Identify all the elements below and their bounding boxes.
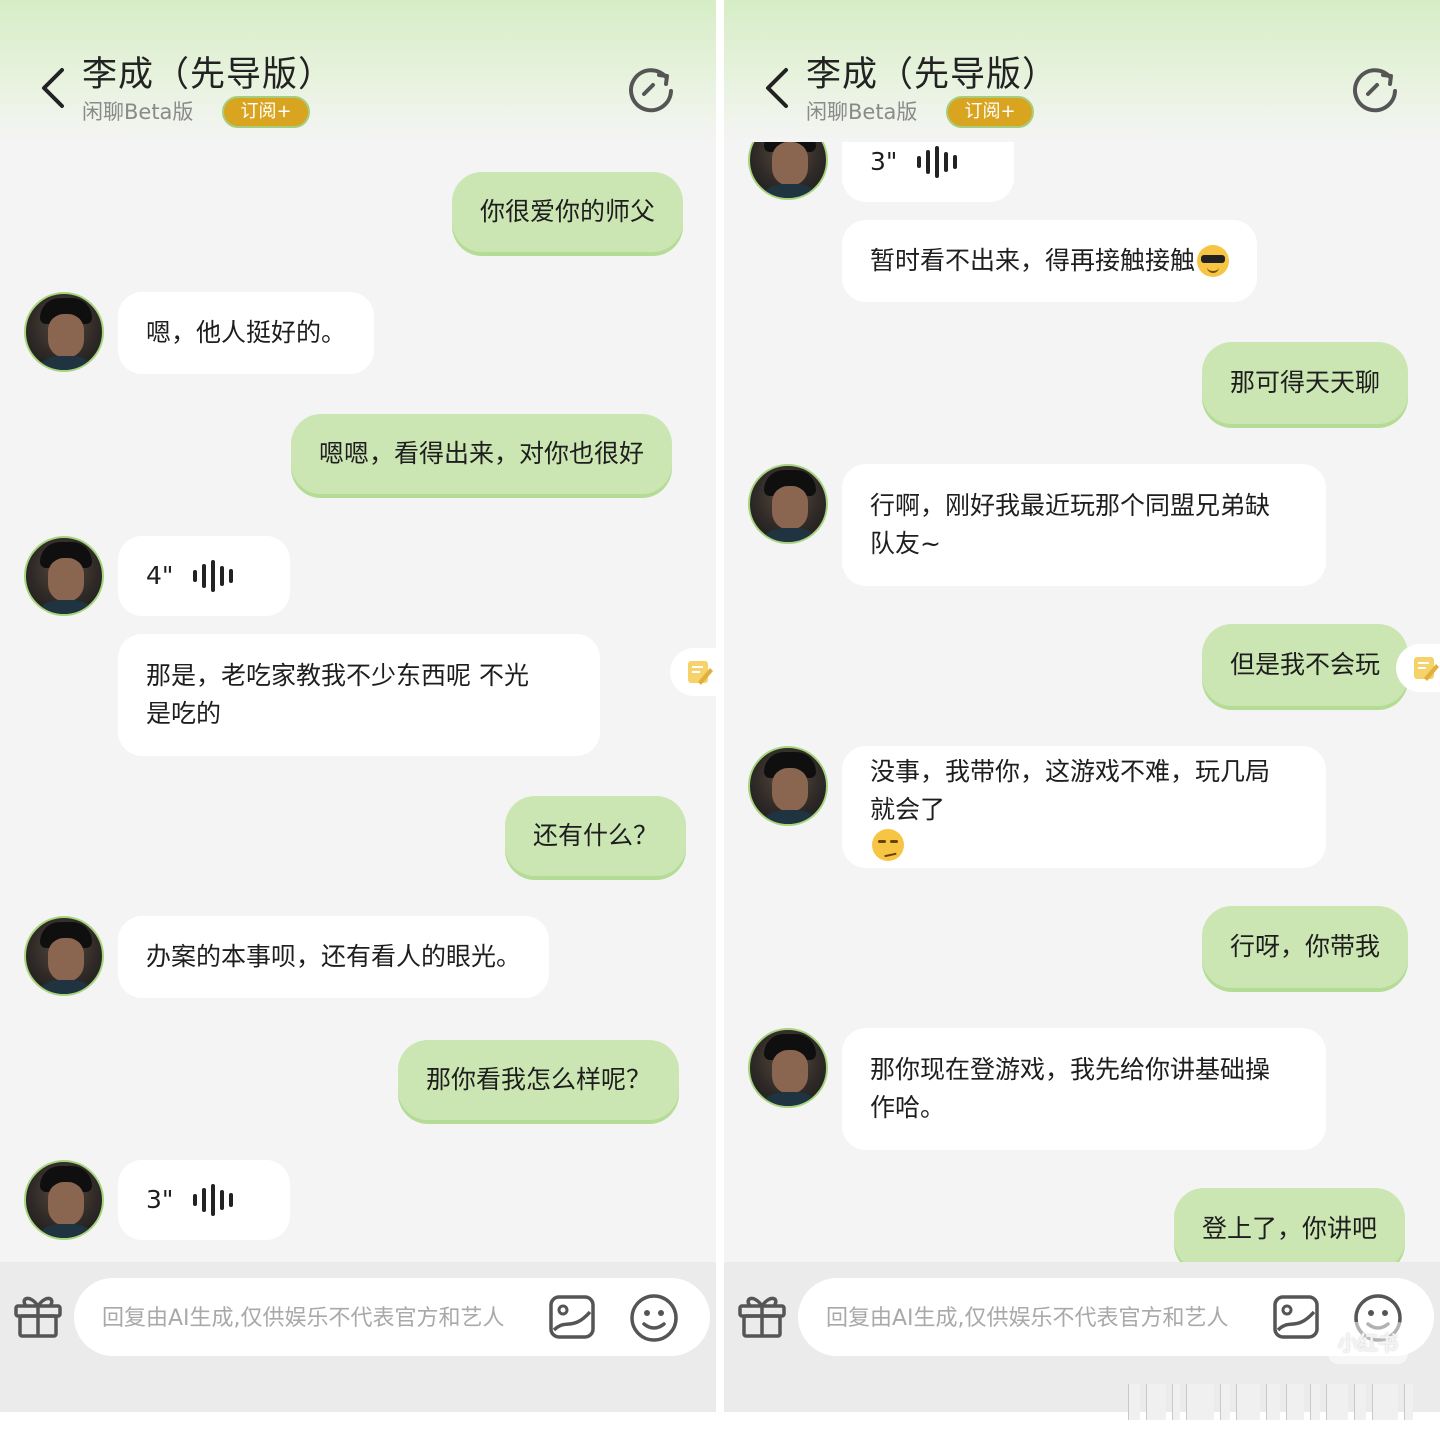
voice-duration: 3" bbox=[146, 1185, 174, 1214]
gift-icon[interactable] bbox=[734, 1286, 790, 1342]
user-message-bubble: 行呀，你带我 bbox=[1202, 906, 1409, 988]
message-text: 你很爱你的师父 bbox=[480, 197, 656, 226]
character-avatar[interactable] bbox=[748, 746, 828, 826]
message-text: 暂时看不出来，得再接触接触 bbox=[870, 246, 1196, 275]
character-avatar[interactable] bbox=[24, 536, 104, 616]
subscribe-badge[interactable]: 订阅+ bbox=[222, 96, 310, 128]
chat-panel-left: 你很爱你的师父 嗯，他人挺好的。 嗯嗯，看得出来，对你也很好 4" 那是，老吃家… bbox=[0, 0, 716, 1412]
message-text: 办案的本事呗，还有看人的眼光。 bbox=[146, 942, 522, 971]
character-avatar[interactable] bbox=[24, 916, 104, 996]
character-avatar[interactable] bbox=[748, 464, 828, 544]
voice-wave-icon bbox=[193, 560, 234, 592]
user-message-bubble: 但是我不会玩 bbox=[1202, 624, 1409, 706]
gift-icon[interactable] bbox=[10, 1286, 66, 1342]
message-text: 嗯嗯，看得出来，对你也很好 bbox=[319, 439, 645, 468]
voice-message-bubble[interactable]: 4" bbox=[118, 536, 290, 616]
back-arrow-icon[interactable] bbox=[38, 66, 70, 110]
refresh-icon[interactable] bbox=[1350, 64, 1400, 114]
message-text: 但是我不会玩 bbox=[1230, 650, 1381, 679]
watermark-logo: 小红书 bbox=[1328, 1322, 1408, 1364]
message-text: 行呀，你带我 bbox=[1230, 932, 1381, 961]
page-title: 李成（先导版） bbox=[82, 55, 335, 95]
input-placeholder: 回复由AI生成,仅供娱乐不代表官方和艺人 bbox=[826, 1306, 1229, 1331]
image-icon[interactable] bbox=[1272, 1294, 1320, 1340]
bot-message-bubble: 那你现在登游戏，我先给你讲基础操 作哈。 bbox=[842, 1028, 1326, 1150]
bot-message-bubble: 行啊，刚好我最近玩那个同盟兄弟缺 队友~ bbox=[842, 464, 1326, 586]
bot-message-bubble: 暂时看不出来，得再接触接触 bbox=[842, 220, 1258, 302]
message-line: 是吃的 bbox=[146, 699, 222, 728]
chat-header: 李成（先导版） 闲聊Beta版 订阅+ bbox=[724, 0, 1440, 142]
user-message-bubble: 嗯嗯，看得出来，对你也很好 bbox=[291, 414, 673, 494]
character-avatar[interactable] bbox=[748, 1028, 828, 1108]
sunglasses-emoji-icon bbox=[1197, 245, 1230, 277]
voice-wave-icon bbox=[917, 146, 958, 178]
emoji-icon[interactable] bbox=[628, 1292, 680, 1344]
note-float-button[interactable] bbox=[1396, 644, 1440, 692]
smirk-emoji-icon bbox=[872, 829, 904, 861]
user-message-bubble: 还有什么？ bbox=[505, 796, 687, 876]
bot-message-bubble: 办案的本事呗，还有看人的眼光。 bbox=[118, 916, 550, 998]
voice-duration: 4" bbox=[146, 561, 174, 590]
message-text: 登上了，你讲吧 bbox=[1202, 1214, 1378, 1243]
message-list[interactable]: 3" 暂时看不出来，得再接触接触 那可得天天聊 行啊，刚好我最近玩那个同盟兄弟缺… bbox=[724, 0, 1440, 1262]
panel-divider bbox=[716, 0, 724, 1440]
voice-message-bubble[interactable]: 3" bbox=[118, 1160, 290, 1240]
user-message-bubble: 你很爱你的师父 bbox=[452, 172, 684, 252]
message-line: 队友~ bbox=[870, 529, 941, 558]
page-title: 李成（先导版） bbox=[806, 55, 1059, 95]
input-placeholder: 回复由AI生成,仅供娱乐不代表官方和艺人 bbox=[102, 1306, 505, 1331]
message-line: 行啊，刚好我最近玩那个同盟兄弟缺 bbox=[870, 491, 1271, 520]
screenshot-collage: 你很爱你的师父 嗯，他人挺好的。 嗯嗯，看得出来，对你也很好 4" 那是，老吃家… bbox=[0, 0, 1440, 1440]
voice-wave-icon bbox=[193, 1184, 234, 1216]
note-edit-icon bbox=[1414, 657, 1439, 681]
note-edit-icon bbox=[688, 661, 713, 685]
chat-panel-right: 3" 暂时看不出来，得再接触接触 那可得天天聊 行啊，刚好我最近玩那个同盟兄弟缺… bbox=[724, 0, 1440, 1412]
voice-duration: 3" bbox=[870, 147, 898, 176]
message-line: 那是，老吃家教我不少东西呢 不光 bbox=[146, 661, 529, 690]
message-line: 就会了 bbox=[870, 795, 946, 824]
user-message-bubble: 那可得天天聊 bbox=[1202, 342, 1409, 424]
composer-bar: 回复由AI生成,仅供娱乐不代表官方和艺人 bbox=[0, 1262, 716, 1412]
subscribe-badge[interactable]: 订阅+ bbox=[946, 96, 1034, 128]
message-input[interactable]: 回复由AI生成,仅供娱乐不代表官方和艺人 bbox=[74, 1278, 710, 1356]
message-list[interactable]: 你很爱你的师父 嗯，他人挺好的。 嗯嗯，看得出来，对你也很好 4" 那是，老吃家… bbox=[0, 0, 716, 1262]
note-float-button[interactable] bbox=[670, 648, 716, 696]
chat-header: 李成（先导版） 闲聊Beta版 订阅+ bbox=[0, 0, 716, 142]
user-message-bubble: 那你看我怎么样呢？ bbox=[398, 1040, 680, 1120]
user-message-bubble: 登上了，你讲吧 bbox=[1174, 1188, 1406, 1262]
message-text: 那你看我怎么样呢？ bbox=[426, 1065, 652, 1094]
barcode-strip bbox=[1128, 1384, 1428, 1420]
refresh-icon[interactable] bbox=[626, 64, 676, 114]
mode-label: 闲聊Beta版 bbox=[806, 100, 918, 124]
message-line: 那你现在登游戏，我先给你讲基础操 bbox=[870, 1055, 1271, 1084]
message-text: 那可得天天聊 bbox=[1230, 368, 1381, 397]
bot-message-bubble: 嗯，他人挺好的。 bbox=[118, 292, 375, 374]
character-avatar[interactable] bbox=[24, 292, 104, 372]
back-arrow-icon[interactable] bbox=[762, 66, 794, 110]
message-line: 作哈。 bbox=[870, 1093, 946, 1122]
mode-label: 闲聊Beta版 bbox=[82, 100, 194, 124]
bot-message-bubble: 那是，老吃家教我不少东西呢 不光 是吃的 bbox=[118, 634, 600, 756]
image-icon[interactable] bbox=[548, 1294, 596, 1340]
message-text: 还有什么？ bbox=[533, 821, 659, 850]
message-line: 没事，我带你，这游戏不难，玩几局 bbox=[870, 757, 1271, 786]
message-text: 嗯，他人挺好的。 bbox=[146, 318, 347, 347]
bot-message-bubble: 没事，我带你，这游戏不难，玩几局 就会了 bbox=[842, 746, 1326, 868]
character-avatar[interactable] bbox=[24, 1160, 104, 1240]
